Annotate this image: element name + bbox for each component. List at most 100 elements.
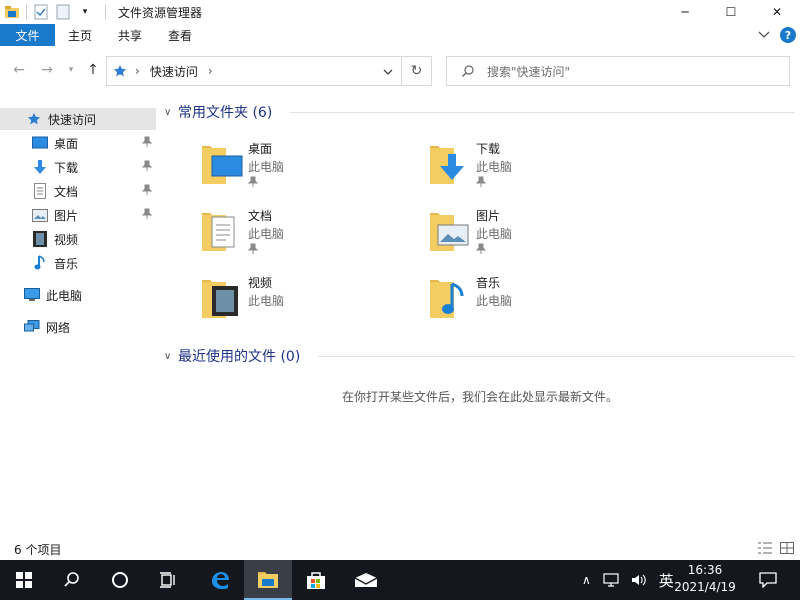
empty-recent-message: 在你打开某些文件后，我们会在此处显示最新文件。 (341, 390, 618, 404)
film-strip-icon (32, 231, 48, 247)
ime-indicator[interactable]: 英 (659, 570, 674, 591)
folder-location: 此电脑 (476, 294, 513, 308)
nav-item-downloads[interactable]: 下载 (0, 156, 156, 178)
downloads-folder-icon (430, 146, 464, 184)
nav-item-desktop[interactable]: 桌面 (0, 132, 156, 154)
folder-location: 此电脑 (476, 160, 513, 174)
help-button[interactable]: ? (780, 27, 796, 43)
properties-icon[interactable] (33, 4, 49, 20)
nav-label: 音乐 (54, 256, 79, 271)
folder-name: 视频 (248, 276, 273, 290)
folder-tile-downloads[interactable]: 下载 此电脑 (428, 138, 648, 194)
minimize-button[interactable]: ─ (662, 0, 708, 24)
pin-icon (141, 160, 153, 175)
network-status-icon[interactable] (603, 573, 619, 587)
taskbar-store[interactable] (292, 560, 340, 600)
clock[interactable]: 16:36 2021/4/19 (674, 562, 736, 598)
details-view-icon[interactable] (758, 542, 772, 557)
folder-tile-documents[interactable]: 文档 此电脑 (200, 205, 420, 261)
address-bar[interactable]: › 快速访问 › (106, 56, 402, 86)
taskbar-mail[interactable] (342, 560, 390, 600)
start-button[interactable] (0, 560, 48, 600)
pin-icon (247, 176, 259, 191)
nav-item-documents[interactable]: 文档 (0, 180, 156, 202)
breadcrumb-quick-access[interactable]: 快速访问 (150, 63, 198, 80)
status-bar: 6 个项目 (0, 538, 800, 560)
large-icons-view-icon[interactable] (780, 542, 794, 557)
search-icon (64, 572, 79, 587)
folder-name: 图片 (476, 209, 501, 223)
new-folder-icon[interactable] (55, 4, 71, 20)
computer-icon (24, 287, 40, 303)
taskbar: ∧ 英 16:36 2021/4/19 (0, 560, 800, 600)
nav-label: 网络 (46, 320, 71, 335)
nav-item-pictures[interactable]: 图片 (0, 204, 156, 226)
address-dropdown-icon[interactable] (383, 65, 393, 79)
collapse-chevron-icon[interactable]: ∨ (164, 107, 178, 118)
search-button[interactable] (48, 560, 96, 600)
group-header-frequent[interactable]: ∨ 常用文件夹 (6) (164, 102, 272, 122)
cortana-button[interactable] (96, 560, 144, 600)
volume-icon[interactable] (631, 573, 647, 587)
taskbar-edge[interactable] (196, 560, 244, 600)
folder-tile-desktop[interactable]: 桌面 此电脑 (200, 138, 420, 194)
nav-item-music[interactable]: 音乐 (0, 252, 156, 274)
collapse-chevron-icon[interactable]: ∨ (164, 351, 178, 362)
pin-icon (141, 184, 153, 199)
forward-arrow-icon[interactable]: → (38, 61, 56, 79)
task-view-button[interactable] (144, 560, 192, 600)
pin-icon (141, 208, 153, 223)
search-input[interactable]: 搜索"快速访问" (446, 56, 790, 86)
folder-name: 桌面 (248, 142, 273, 156)
refresh-button[interactable]: ↻ (402, 56, 432, 86)
videos-folder-icon (202, 280, 238, 318)
title-bar: ▾ 文件资源管理器 ─ ☐ ✕ (0, 0, 800, 24)
tab-view[interactable]: 查看 (155, 24, 205, 46)
search-placeholder: 搜索"快速访问" (487, 64, 571, 79)
item-count: 6 个项目 (14, 542, 62, 557)
nav-item-videos[interactable]: 视频 (0, 228, 156, 250)
nav-item-this-pc[interactable]: 此电脑 (0, 284, 156, 306)
search-icon (461, 64, 475, 78)
nav-label: 视频 (54, 232, 79, 247)
tab-file[interactable]: 文件 (0, 24, 55, 46)
nav-label: 桌面 (54, 136, 79, 151)
music-folder-icon (430, 280, 464, 318)
windows-logo-icon (16, 572, 32, 588)
quick-access-star-icon (26, 111, 42, 127)
back-arrow-icon[interactable]: ← (10, 61, 28, 79)
show-hidden-icons-chevron-icon[interactable]: ∧ (582, 573, 591, 587)
edge-icon (212, 572, 229, 589)
group-title: 最近使用的文件 (0) (178, 349, 301, 365)
folder-tile-videos[interactable]: 视频 此电脑 (200, 272, 420, 328)
nav-item-quick-access[interactable]: 快速访问 (0, 108, 156, 130)
expand-ribbon-icon[interactable] (758, 28, 770, 42)
explorer-app-icon[interactable] (4, 4, 20, 20)
maximize-button[interactable]: ☐ (708, 0, 754, 24)
folder-location: 此电脑 (248, 160, 285, 174)
taskbar-file-explorer[interactable] (244, 560, 292, 600)
breadcrumb-separator-icon[interactable]: › (208, 64, 213, 78)
download-arrow-icon (32, 159, 48, 175)
ribbon-tabs: 文件 主页 共享 查看 ? (0, 24, 800, 46)
recent-locations-icon[interactable]: ▾ (62, 61, 80, 79)
cortana-circle-icon (112, 572, 128, 588)
tab-share[interactable]: 共享 (105, 24, 155, 46)
action-center-button[interactable] (752, 560, 784, 600)
folder-tile-music[interactable]: 音乐 此电脑 (428, 272, 648, 328)
folder-name: 文档 (248, 209, 273, 223)
documents-folder-icon (202, 213, 235, 251)
mail-envelope-icon (354, 573, 378, 587)
group-divider (290, 112, 795, 113)
clock-date: 2021/4/19 (674, 580, 736, 594)
up-arrow-icon[interactable]: ↑ (84, 61, 102, 79)
nav-item-network[interactable]: 网络 (0, 316, 156, 338)
address-row: ← → ▾ ↑ › 快速访问 › ↻ 搜索"快速访问" (0, 55, 800, 87)
document-icon (32, 183, 48, 199)
group-header-recent[interactable]: ∨ 最近使用的文件 (0) (164, 346, 300, 366)
close-button[interactable]: ✕ (754, 0, 800, 24)
tab-home[interactable]: 主页 (55, 24, 105, 46)
folder-tile-pictures[interactable]: 图片 此电脑 (428, 205, 648, 261)
customize-toolbar-icon[interactable]: ▾ (77, 4, 93, 20)
desktop-icon (32, 135, 48, 151)
